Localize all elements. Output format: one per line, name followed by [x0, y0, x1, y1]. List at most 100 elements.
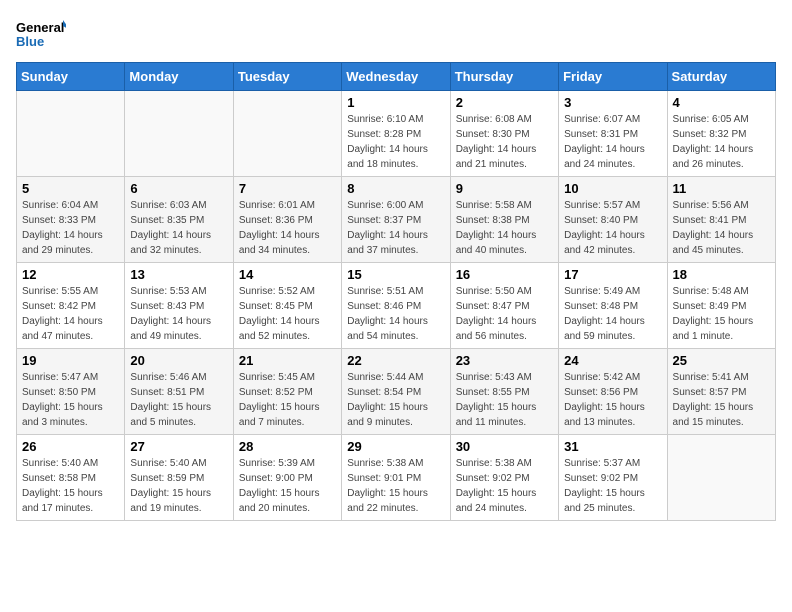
calendar-cell: 9Sunrise: 5:58 AM Sunset: 8:38 PM Daylig…	[450, 177, 558, 263]
day-number: 31	[564, 439, 661, 454]
day-info: Sunrise: 5:40 AM Sunset: 8:58 PM Dayligh…	[22, 456, 119, 516]
day-info: Sunrise: 6:03 AM Sunset: 8:35 PM Dayligh…	[130, 198, 227, 258]
calendar-cell: 24 Sunrise: 5:42 AM Sunset: 8:56 PM Dayli…	[559, 349, 667, 435]
calendar-cell: 8 Sunrise: 6:00 AM Sunset: 8:37 PM Daylig…	[342, 177, 450, 263]
day-number: 22	[347, 353, 444, 368]
day-number: 14	[239, 267, 336, 282]
weekday-header-thursday: Thursday	[450, 63, 558, 91]
day-info: Sunrise: 5:53 AM Sunset: 8:43 PM Dayligh…	[130, 284, 227, 344]
day-info: Sunrise: 6:07 AM Sunset: 8:31 PM Dayligh…	[564, 112, 661, 172]
day-info: Sunrise: 5:41 AM Sunset: 8:57 PM Dayligh…	[673, 370, 770, 430]
day-number: 21	[239, 353, 336, 368]
day-number: 17	[564, 267, 661, 282]
calendar-week-5: 26 Sunrise: 5:40 AM Sunset: 8:58 PM Dayli…	[17, 435, 776, 521]
calendar-cell: 19 Sunrise: 5:47 AM Sunset: 8:50 PM Dayli…	[17, 349, 125, 435]
logo-svg: General Blue	[16, 16, 66, 52]
calendar-cell: 2 Sunrise: 6:08 AM Sunset: 8:30 PM Daylig…	[450, 91, 558, 177]
day-info: Sunrise: 6:05 AM Sunset: 8:32 PM Dayligh…	[673, 112, 770, 172]
calendar-header: SundayMondayTuesdayWednesdayThursdayFrid…	[17, 63, 776, 91]
weekday-header-friday: Friday	[559, 63, 667, 91]
day-number: 18	[673, 267, 770, 282]
day-number: 10	[564, 181, 661, 196]
day-number: 8	[347, 181, 444, 196]
calendar-cell: 12 Sunrise: 5:55 AM Sunset: 8:42 PM Dayli…	[17, 263, 125, 349]
day-number: 19	[22, 353, 119, 368]
day-info: Sunrise: 6:00 AM Sunset: 8:37 PM Dayligh…	[347, 198, 444, 258]
day-info: Sunrise: 5:48 AM Sunset: 8:49 PM Dayligh…	[673, 284, 770, 344]
calendar-week-1: 1Sunrise: 6:10 AM Sunset: 8:28 PM Daylig…	[17, 91, 776, 177]
day-info: Sunrise: 5:50 AM Sunset: 8:47 PM Dayligh…	[456, 284, 553, 344]
calendar-cell: 20 Sunrise: 5:46 AM Sunset: 8:51 PM Dayli…	[125, 349, 233, 435]
day-number: 26	[22, 439, 119, 454]
weekday-header-monday: Monday	[125, 63, 233, 91]
day-info: Sunrise: 5:39 AM Sunset: 9:00 PM Dayligh…	[239, 456, 336, 516]
calendar-cell: 1Sunrise: 6:10 AM Sunset: 8:28 PM Daylig…	[342, 91, 450, 177]
calendar-cell: 17 Sunrise: 5:49 AM Sunset: 8:48 PM Dayli…	[559, 263, 667, 349]
day-number: 12	[22, 267, 119, 282]
day-info: Sunrise: 5:38 AM Sunset: 9:01 PM Dayligh…	[347, 456, 444, 516]
day-info: Sunrise: 5:49 AM Sunset: 8:48 PM Dayligh…	[564, 284, 661, 344]
logo: General Blue	[16, 16, 66, 52]
calendar-table: SundayMondayTuesdayWednesdayThursdayFrid…	[16, 62, 776, 521]
day-number: 3	[564, 95, 661, 110]
day-info: Sunrise: 6:04 AM Sunset: 8:33 PM Dayligh…	[22, 198, 119, 258]
calendar-cell	[667, 435, 775, 521]
calendar-cell: 26 Sunrise: 5:40 AM Sunset: 8:58 PM Dayli…	[17, 435, 125, 521]
day-number: 28	[239, 439, 336, 454]
calendar-cell: 29Sunrise: 5:38 AM Sunset: 9:01 PM Dayli…	[342, 435, 450, 521]
day-number: 11	[673, 181, 770, 196]
calendar-cell: 21Sunrise: 5:45 AM Sunset: 8:52 PM Dayli…	[233, 349, 341, 435]
day-number: 9	[456, 181, 553, 196]
day-number: 6	[130, 181, 227, 196]
calendar-cell: 14Sunrise: 5:52 AM Sunset: 8:45 PM Dayli…	[233, 263, 341, 349]
day-info: Sunrise: 5:57 AM Sunset: 8:40 PM Dayligh…	[564, 198, 661, 258]
calendar-cell: 25Sunrise: 5:41 AM Sunset: 8:57 PM Dayli…	[667, 349, 775, 435]
day-number: 16	[456, 267, 553, 282]
weekday-header-sunday: Sunday	[17, 63, 125, 91]
day-number: 20	[130, 353, 227, 368]
day-number: 2	[456, 95, 553, 110]
day-number: 13	[130, 267, 227, 282]
weekday-header-saturday: Saturday	[667, 63, 775, 91]
day-info: Sunrise: 5:55 AM Sunset: 8:42 PM Dayligh…	[22, 284, 119, 344]
day-number: 7	[239, 181, 336, 196]
calendar-week-2: 5 Sunrise: 6:04 AM Sunset: 8:33 PM Daylig…	[17, 177, 776, 263]
calendar-cell	[17, 91, 125, 177]
day-number: 4	[673, 95, 770, 110]
calendar-cell: 23 Sunrise: 5:43 AM Sunset: 8:55 PM Dayli…	[450, 349, 558, 435]
day-number: 30	[456, 439, 553, 454]
svg-text:General: General	[16, 20, 64, 35]
day-info: Sunrise: 5:40 AM Sunset: 8:59 PM Dayligh…	[130, 456, 227, 516]
calendar-cell: 27 Sunrise: 5:40 AM Sunset: 8:59 PM Dayli…	[125, 435, 233, 521]
weekday-header-tuesday: Tuesday	[233, 63, 341, 91]
day-info: Sunrise: 5:46 AM Sunset: 8:51 PM Dayligh…	[130, 370, 227, 430]
calendar-cell: 5 Sunrise: 6:04 AM Sunset: 8:33 PM Daylig…	[17, 177, 125, 263]
calendar-cell: 4 Sunrise: 6:05 AM Sunset: 8:32 PM Daylig…	[667, 91, 775, 177]
calendar-cell: 10 Sunrise: 5:57 AM Sunset: 8:40 PM Dayli…	[559, 177, 667, 263]
day-info: Sunrise: 5:47 AM Sunset: 8:50 PM Dayligh…	[22, 370, 119, 430]
day-info: Sunrise: 5:43 AM Sunset: 8:55 PM Dayligh…	[456, 370, 553, 430]
calendar-cell	[233, 91, 341, 177]
calendar-cell: 30 Sunrise: 5:38 AM Sunset: 9:02 PM Dayli…	[450, 435, 558, 521]
day-info: Sunrise: 6:01 AM Sunset: 8:36 PM Dayligh…	[239, 198, 336, 258]
day-info: Sunrise: 6:08 AM Sunset: 8:30 PM Dayligh…	[456, 112, 553, 172]
calendar-cell: 31Sunrise: 5:37 AM Sunset: 9:02 PM Dayli…	[559, 435, 667, 521]
calendar-week-4: 19 Sunrise: 5:47 AM Sunset: 8:50 PM Dayli…	[17, 349, 776, 435]
day-info: Sunrise: 6:10 AM Sunset: 8:28 PM Dayligh…	[347, 112, 444, 172]
day-info: Sunrise: 5:56 AM Sunset: 8:41 PM Dayligh…	[673, 198, 770, 258]
day-number: 5	[22, 181, 119, 196]
day-info: Sunrise: 5:38 AM Sunset: 9:02 PM Dayligh…	[456, 456, 553, 516]
calendar-cell: 13 Sunrise: 5:53 AM Sunset: 8:43 PM Dayli…	[125, 263, 233, 349]
calendar-cell: 16 Sunrise: 5:50 AM Sunset: 8:47 PM Dayli…	[450, 263, 558, 349]
calendar-cell: 28 Sunrise: 5:39 AM Sunset: 9:00 PM Dayli…	[233, 435, 341, 521]
svg-text:Blue: Blue	[16, 34, 44, 49]
day-number: 27	[130, 439, 227, 454]
day-number: 24	[564, 353, 661, 368]
calendar-cell	[125, 91, 233, 177]
day-info: Sunrise: 5:44 AM Sunset: 8:54 PM Dayligh…	[347, 370, 444, 430]
calendar-cell: 11 Sunrise: 5:56 AM Sunset: 8:41 PM Dayli…	[667, 177, 775, 263]
day-info: Sunrise: 5:42 AM Sunset: 8:56 PM Dayligh…	[564, 370, 661, 430]
calendar-cell: 6 Sunrise: 6:03 AM Sunset: 8:35 PM Daylig…	[125, 177, 233, 263]
calendar-cell: 3 Sunrise: 6:07 AM Sunset: 8:31 PM Daylig…	[559, 91, 667, 177]
day-number: 23	[456, 353, 553, 368]
